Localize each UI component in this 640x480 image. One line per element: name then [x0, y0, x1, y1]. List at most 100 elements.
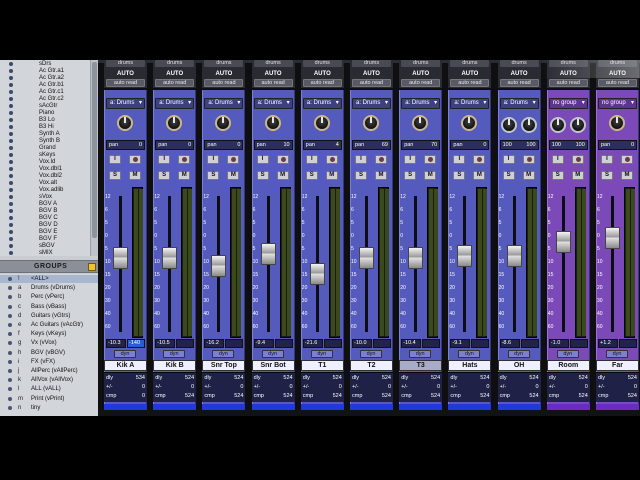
- track-name-label[interactable]: Snr Top: [202, 360, 246, 371]
- track-list-item[interactable]: BGV B: [0, 208, 90, 215]
- pan-knob-icon[interactable]: [609, 115, 625, 131]
- track-list-item[interactable]: Ac Gtr.c1: [0, 89, 90, 96]
- track-visible-icon[interactable]: [9, 174, 13, 178]
- automation-mode-selector[interactable]: auto read: [204, 79, 244, 87]
- output-selector[interactable]: drums: [302, 60, 342, 67]
- input-monitor-button[interactable]: I: [404, 155, 417, 164]
- track-list-item[interactable]: sKeys: [0, 152, 90, 159]
- group-item[interactable]: d Guitars (vGtrs): [0, 312, 98, 320]
- pan-readout[interactable]: pan 0: [155, 140, 195, 150]
- automation-mode-selector[interactable]: auto read: [598, 79, 637, 87]
- pan-knob-icon[interactable]: [117, 115, 133, 131]
- track-list-item[interactable]: Vox.dbl2: [0, 173, 90, 180]
- track-visible-icon[interactable]: [9, 237, 13, 241]
- record-arm-button[interactable]: [129, 155, 141, 164]
- volume-readout[interactable]: -1.0: [548, 339, 569, 348]
- group-item[interactable]: k AllVox (vAllVox): [0, 376, 98, 384]
- track-list-item[interactable]: BGV A: [0, 201, 90, 208]
- input-monitor-button[interactable]: I: [355, 155, 367, 164]
- pan-readout[interactable]: pan 4: [302, 140, 342, 150]
- group-active-icon[interactable]: [8, 369, 12, 373]
- volume-fader[interactable]: [359, 247, 374, 270]
- track-name-label[interactable]: OH: [497, 360, 541, 371]
- group-item[interactable]: i FX (vFX): [0, 358, 98, 366]
- group-selector[interactable]: a: Drums: [302, 98, 342, 109]
- track-list-item[interactable]: BGV D: [0, 222, 90, 229]
- input-monitor-button[interactable]: I: [551, 155, 564, 164]
- automation-mode-selector[interactable]: auto read: [302, 79, 342, 87]
- track-name-label[interactable]: Far: [596, 360, 639, 371]
- dyn-button[interactable]: dyn: [507, 350, 530, 358]
- solo-button[interactable]: S: [305, 171, 318, 180]
- group-selector[interactable]: a: Drums: [106, 98, 145, 109]
- volume-fader[interactable]: [113, 247, 128, 270]
- input-monitor-button[interactable]: I: [502, 155, 515, 164]
- volume-fader[interactable]: [506, 245, 522, 267]
- track-list-item[interactable]: Ac Gtr.b1: [0, 82, 90, 89]
- solo-button[interactable]: S: [404, 171, 417, 180]
- track-visible-icon[interactable]: [9, 167, 13, 171]
- pan-knob-left-icon[interactable]: [500, 117, 517, 133]
- solo-button[interactable]: S: [355, 171, 367, 180]
- group-selector[interactable]: a: Drums: [352, 98, 391, 109]
- mute-button[interactable]: M: [178, 171, 191, 180]
- track-visible-icon[interactable]: [9, 118, 13, 122]
- dyn-button[interactable]: dyn: [360, 350, 382, 358]
- track-name-label[interactable]: Room: [546, 360, 590, 371]
- volume-readout[interactable]: -10.5: [155, 339, 176, 348]
- track-visible-icon[interactable]: [9, 76, 13, 80]
- output-selector[interactable]: drums: [204, 60, 244, 67]
- groups-menu-icon[interactable]: [88, 263, 96, 271]
- track-visible-icon[interactable]: [9, 104, 13, 108]
- track-visible-icon[interactable]: [9, 195, 13, 199]
- volume-fader[interactable]: [605, 227, 620, 249]
- group-selector[interactable]: a: Drums: [204, 98, 244, 109]
- mute-button[interactable]: M: [571, 171, 584, 180]
- track-visible-icon[interactable]: [9, 125, 13, 129]
- track-visible-icon[interactable]: [9, 83, 13, 87]
- mute-button[interactable]: M: [473, 171, 486, 180]
- group-active-icon[interactable]: [8, 378, 12, 383]
- mute-button[interactable]: M: [621, 171, 633, 180]
- record-arm-button[interactable]: [276, 155, 289, 164]
- track-list-item[interactable]: Ac Gtr.a2: [0, 75, 90, 82]
- track-list-item[interactable]: Grand: [0, 145, 90, 152]
- group-active-icon[interactable]: [8, 277, 12, 281]
- automation-mode-selector[interactable]: auto read: [106, 79, 145, 87]
- record-arm-button[interactable]: [325, 155, 338, 164]
- input-monitor-button[interactable]: I: [305, 155, 318, 164]
- record-arm-button[interactable]: [424, 155, 437, 164]
- group-item[interactable]: g Vx (vVox): [0, 339, 98, 347]
- input-monitor-button[interactable]: I: [601, 155, 613, 164]
- group-active-icon[interactable]: [8, 323, 12, 327]
- dyn-button[interactable]: dyn: [212, 350, 235, 358]
- track-list-item[interactable]: Vox.ld: [0, 159, 90, 166]
- group-active-icon[interactable]: [8, 359, 12, 364]
- group-item[interactable]: f Keys (vKeys): [0, 330, 98, 338]
- track-visible-icon[interactable]: [9, 139, 13, 143]
- pan-readout[interactable]: 100 100: [548, 140, 588, 150]
- solo-button[interactable]: S: [502, 171, 515, 180]
- output-selector[interactable]: drums: [352, 60, 391, 67]
- automation-mode-selector[interactable]: auto read: [401, 79, 441, 87]
- group-item[interactable]: m Print (vPrint): [0, 395, 98, 403]
- dyn-button[interactable]: dyn: [310, 350, 333, 358]
- pan-readout[interactable]: pan 0: [598, 140, 637, 150]
- solo-button[interactable]: S: [551, 171, 564, 180]
- track-name-label[interactable]: Snr Bot: [251, 360, 295, 371]
- track-visible-icon[interactable]: [9, 188, 13, 192]
- record-arm-button[interactable]: [375, 155, 387, 164]
- volume-fader[interactable]: [211, 254, 227, 277]
- volume-fader[interactable]: [408, 247, 424, 270]
- pan-readout[interactable]: pan 70: [401, 140, 441, 150]
- mute-button[interactable]: M: [325, 171, 338, 180]
- volume-readout[interactable]: -9.4: [253, 339, 274, 348]
- track-visible-icon[interactable]: [9, 223, 13, 227]
- solo-button[interactable]: S: [158, 171, 171, 180]
- track-list-item[interactable]: Vox.alt: [0, 180, 90, 187]
- output-selector[interactable]: drums: [155, 60, 195, 67]
- pan-knob-icon[interactable]: [264, 115, 281, 131]
- track-list-item[interactable]: B3 Hi: [0, 124, 90, 131]
- solo-button[interactable]: S: [601, 171, 613, 180]
- group-item[interactable]: h BGV (vBGV): [0, 349, 98, 357]
